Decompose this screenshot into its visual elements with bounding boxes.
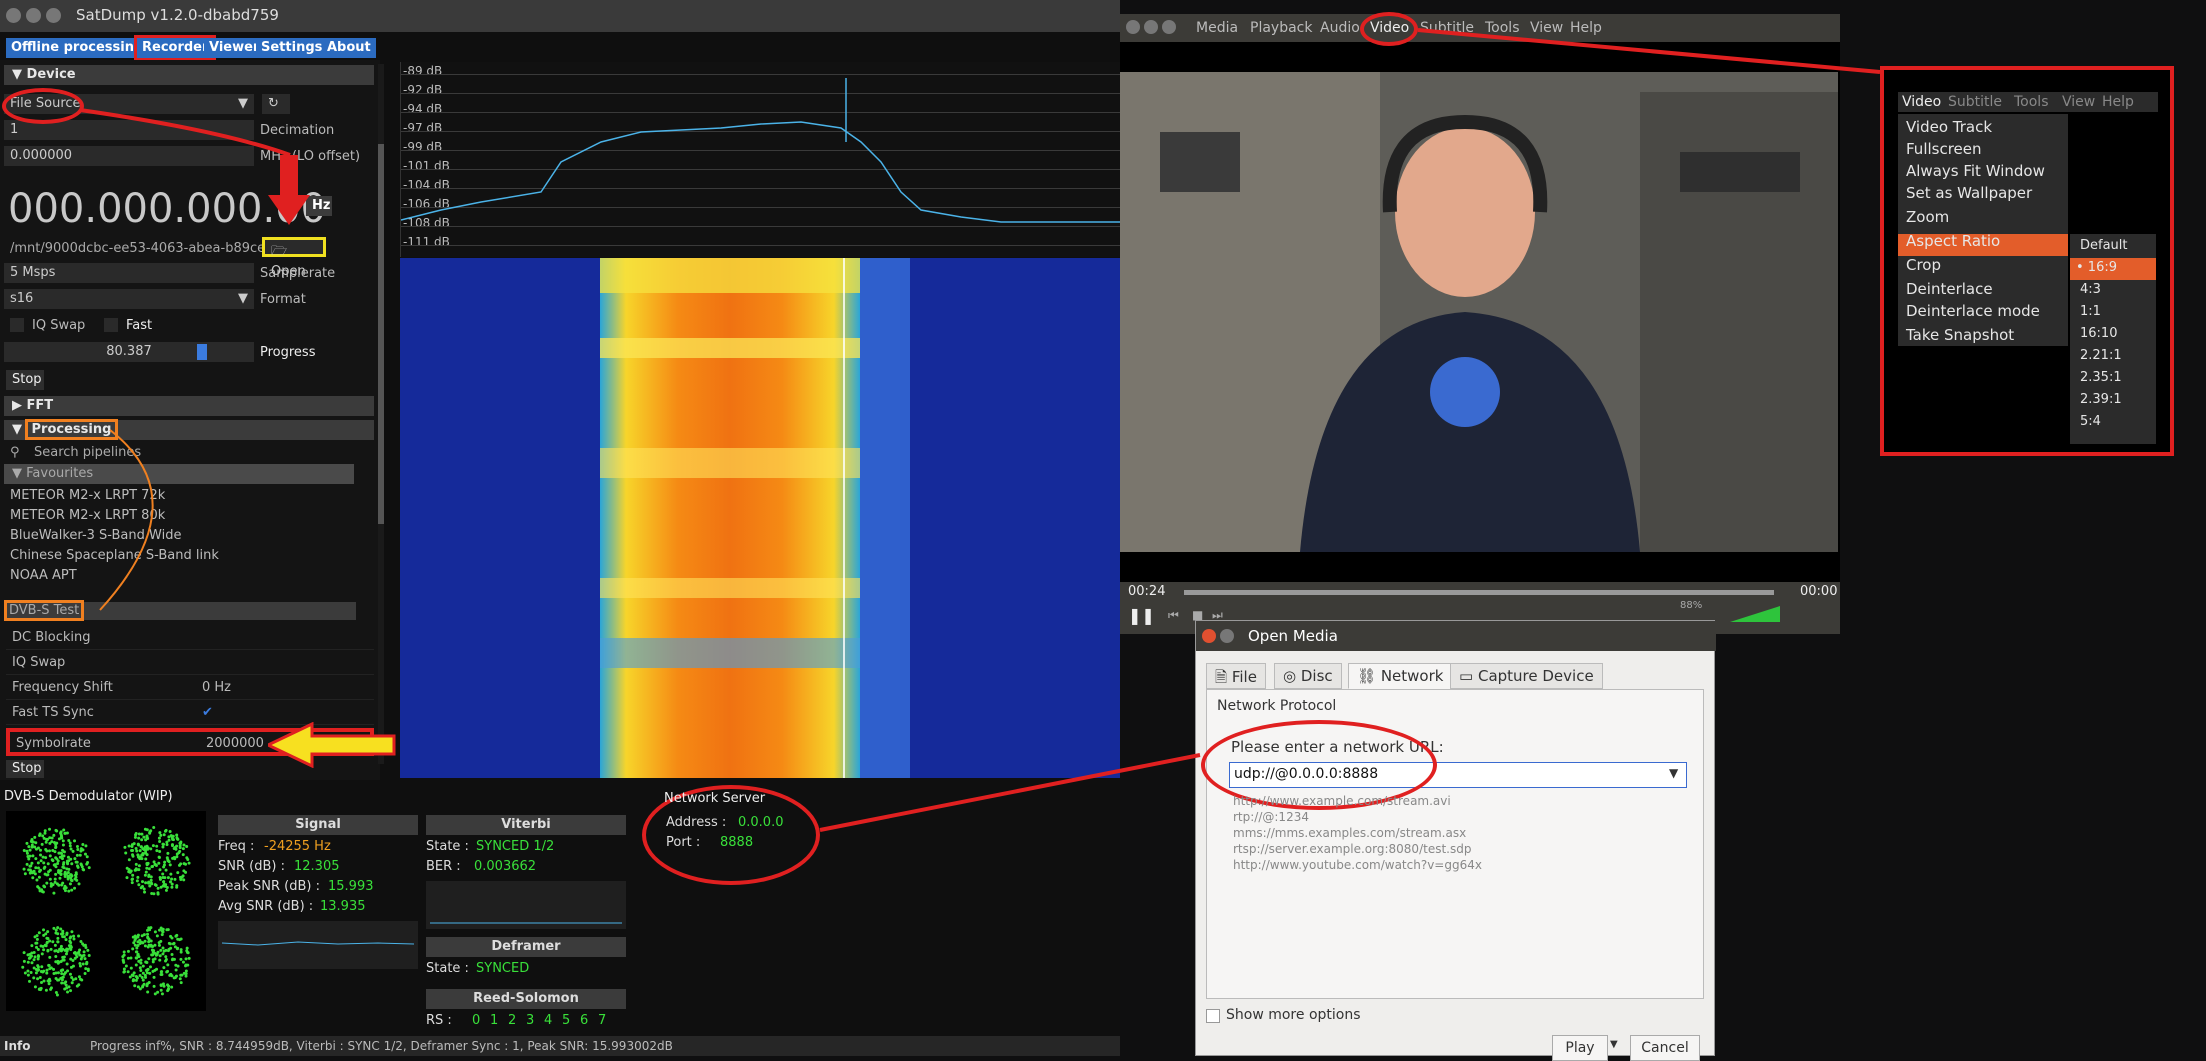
aspect-ratio-item[interactable]: 2.21:1	[2080, 348, 2122, 363]
aspect-ratio-item[interactable]: 1:1	[2080, 304, 2101, 319]
video-menu-item[interactable]: Zoom	[1906, 208, 1949, 226]
aspect-ratio-item[interactable]: • 16:9	[2076, 260, 2117, 275]
video-menu-item[interactable]: Take Snapshot	[1906, 326, 2014, 344]
aspect-ratio-item[interactable]: 4:3	[2080, 282, 2101, 297]
video-menu-item[interactable]: Aspect Ratio	[1906, 232, 2000, 250]
video-menu-item[interactable]: Deinterlace	[1906, 280, 1993, 298]
video-menu-item[interactable]: Fullscreen	[1906, 140, 1982, 158]
video-menu-item[interactable]: Video Track	[1906, 118, 1992, 136]
video-menu-screenshot: Video Subtitle Tools View Help Video Tra…	[1880, 66, 2174, 456]
video-menu-item[interactable]: Deinterlace mode	[1906, 302, 2040, 320]
aspect-ratio-item[interactable]: 2.39:1	[2080, 392, 2122, 407]
video-menu-item[interactable]: Set as Wallpaper	[1906, 184, 2032, 202]
annotation-connectors	[0, 0, 2206, 1056]
mini-menu-view[interactable]: View	[2062, 94, 2095, 110]
aspect-ratio-item[interactable]: Default	[2080, 238, 2128, 253]
mini-menu-tools[interactable]: Tools	[2014, 94, 2049, 110]
mini-menu-video[interactable]: Video	[1902, 94, 1941, 110]
aspect-ratio-item[interactable]: 2.35:1	[2080, 370, 2122, 385]
mini-menu-subtitle[interactable]: Subtitle	[1948, 94, 2002, 110]
aspect-ratio-item[interactable]: 5:4	[2080, 414, 2101, 429]
aspect-ratio-item[interactable]: 16:10	[2080, 326, 2117, 341]
video-menu-item[interactable]: Crop	[1906, 256, 1941, 274]
mini-menu-help[interactable]: Help	[2102, 94, 2134, 110]
video-menu-item[interactable]: Always Fit Window	[1906, 162, 2045, 180]
